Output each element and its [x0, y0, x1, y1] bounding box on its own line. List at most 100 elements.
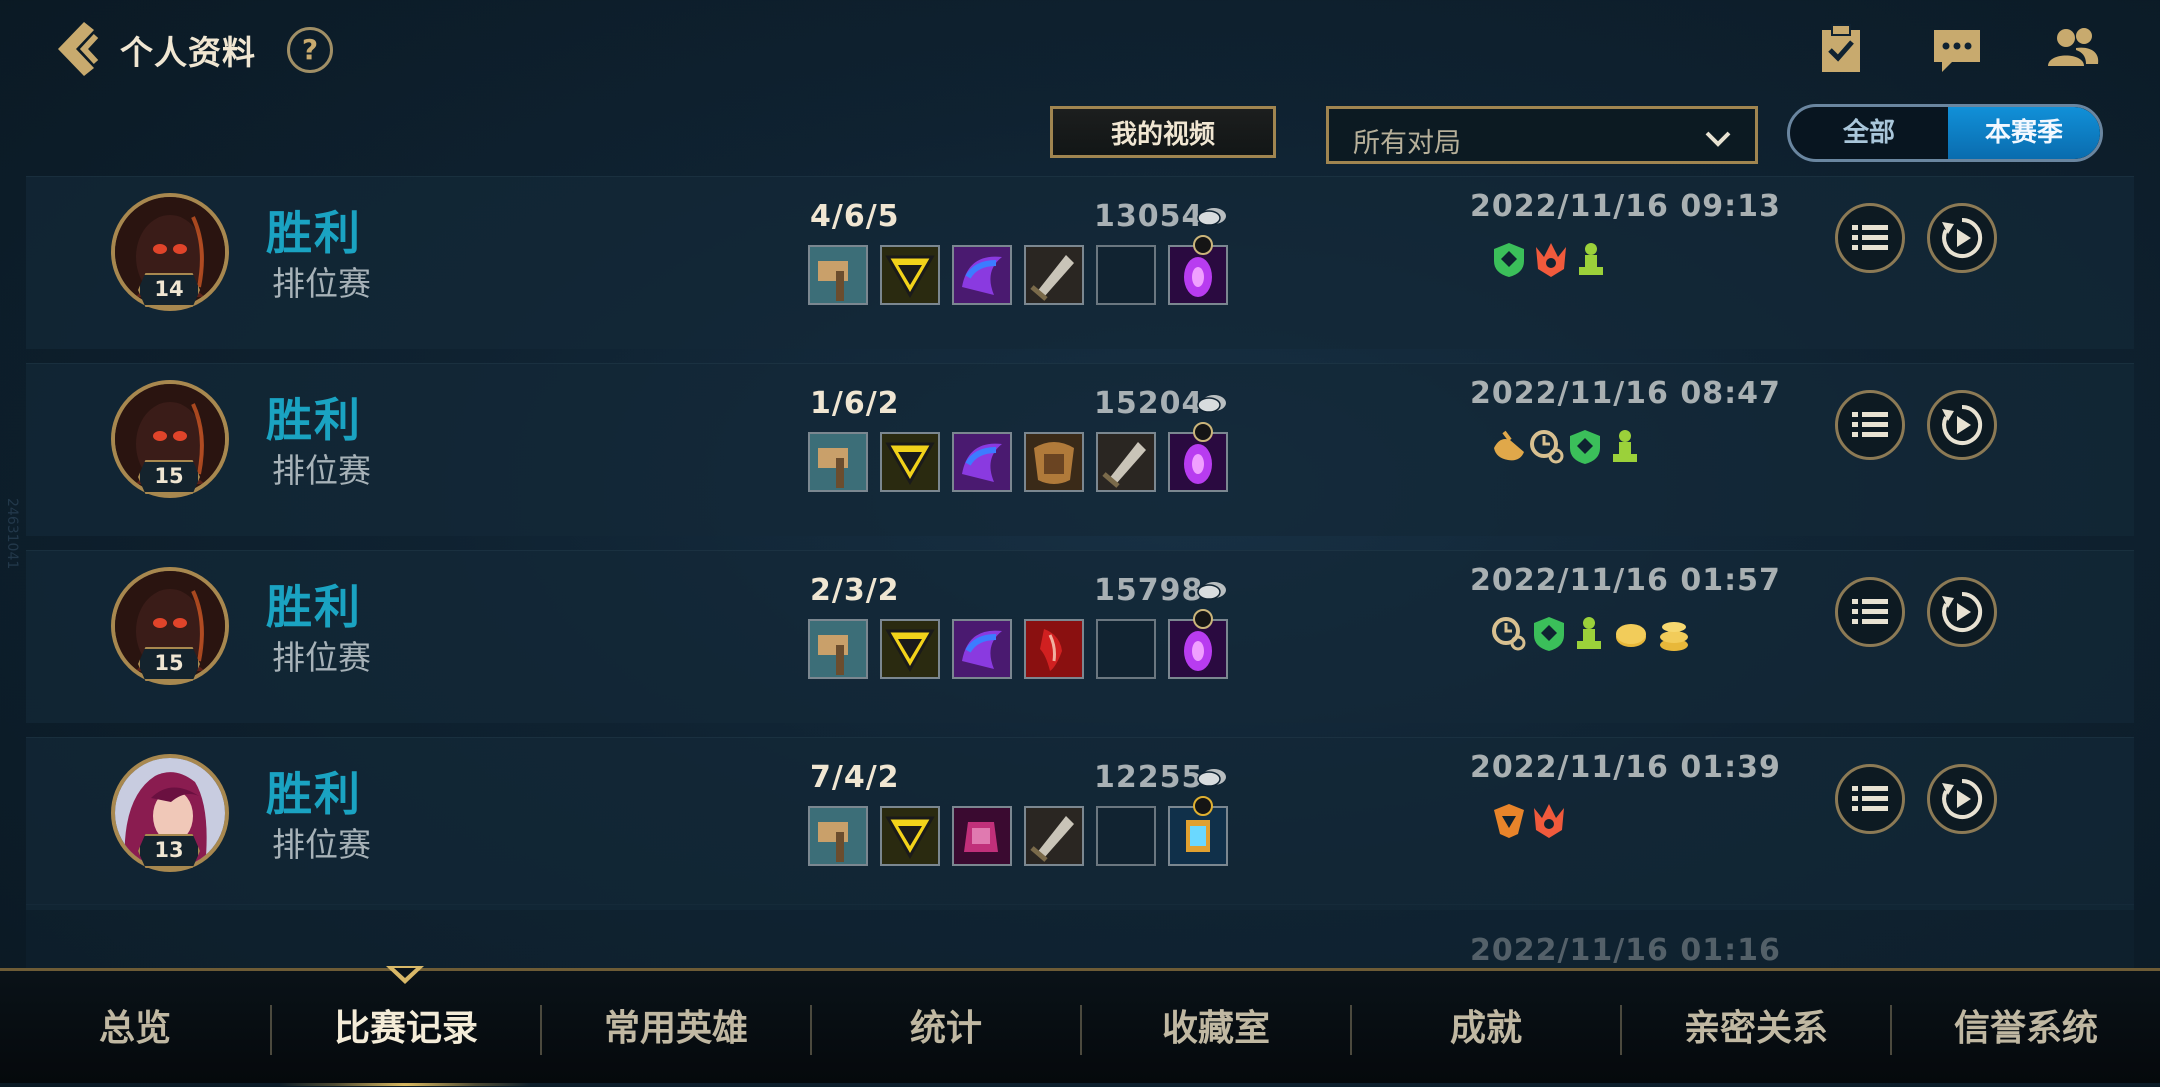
toggle-current-season[interactable]: 本赛季: [1948, 107, 2100, 159]
match-row[interactable]: 15 胜利 排位赛 2/3/2 15798 2022/11/16 01:57: [26, 550, 2134, 723]
tab-honor-system[interactable]: 信誉系统: [1892, 971, 2160, 1083]
details-list-button[interactable]: [1835, 203, 1905, 273]
match-datetime: 2022/11/16 01:16: [1470, 933, 1781, 968]
purple-cape-item[interactable]: [952, 619, 1012, 679]
purple-cape-item[interactable]: [952, 245, 1012, 305]
tab-match-history[interactable]: 比赛记录: [272, 971, 540, 1083]
replay-play-icon: [1942, 591, 1983, 632]
gold-coins-icon: [1197, 208, 1226, 226]
match-row[interactable]: 13 胜利 排位赛 7/4/2 12255 2022/11/16 01:39: [26, 737, 2134, 910]
empty-item-slot: [1096, 245, 1156, 305]
toggle-all[interactable]: 全部: [1790, 107, 1948, 159]
replay-play-icon: [1942, 778, 1983, 819]
back-arrow-icon: [58, 22, 99, 76]
tab-achievements[interactable]: 成就: [1352, 971, 1620, 1083]
list-icon: [1852, 412, 1888, 437]
match-datetime: 2022/11/16 09:13: [1470, 189, 1781, 224]
steel-blade-item[interactable]: [1024, 245, 1084, 305]
replay-button[interactable]: [1927, 203, 1997, 273]
details-list-button[interactable]: [1835, 764, 1905, 834]
hammer-item[interactable]: [808, 619, 868, 679]
steel-blade-item[interactable]: [1096, 432, 1156, 492]
hammer-item[interactable]: [808, 806, 868, 866]
red-crown-badge: [1536, 243, 1566, 277]
match-result: 胜利: [266, 767, 362, 821]
match-type-dropdown[interactable]: 所有对局: [1326, 106, 1758, 164]
gold-coins-icon: [1197, 395, 1226, 413]
match-row-partial[interactable]: 2022/11/16 01:16: [26, 904, 2134, 975]
champion-level: 14: [138, 273, 200, 307]
tab-frequent-champions[interactable]: 常用英雄: [542, 971, 810, 1083]
replay-play-icon: [1942, 404, 1983, 445]
gold-stack-badge: [1660, 622, 1688, 651]
yellow-triangle-item[interactable]: [880, 806, 940, 866]
trinket-marker-icon: [1193, 422, 1213, 442]
red-claw-item[interactable]: [1024, 619, 1084, 679]
details-list-button[interactable]: [1835, 577, 1905, 647]
trinket-marker-icon: [1193, 235, 1213, 255]
gold-earned: 15798: [1094, 573, 1204, 608]
kda: 4/6/5: [810, 199, 900, 234]
hammer-item[interactable]: [808, 432, 868, 492]
match-result: 胜利: [266, 393, 362, 447]
gold-boot-badge: [1494, 430, 1524, 461]
details-list-button[interactable]: [1835, 390, 1905, 460]
side-watermark: 24631041: [4, 498, 20, 570]
kda: 7/4/2: [810, 760, 900, 795]
orange-crest-badge: [1494, 804, 1524, 838]
green-shield-badge: [1494, 243, 1524, 277]
gold-earned: 15204: [1094, 386, 1204, 421]
match-result: 胜利: [266, 580, 362, 634]
queue-type: 排位赛: [272, 638, 371, 677]
champion-level: 15: [138, 460, 200, 494]
queue-type: 排位赛: [272, 451, 371, 490]
tab-statistics[interactable]: 统计: [812, 971, 1080, 1083]
match-type-value: 所有对局: [1353, 128, 1461, 159]
page-title: 个人资料: [120, 33, 256, 72]
green-pawn-badge: [1579, 243, 1603, 275]
bottom-nav: 总览 比赛记录 常用英雄 统计 收藏室 成就 亲密关系 信誉系统: [0, 968, 2160, 1083]
trinket-marker-icon: [1193, 796, 1213, 816]
tab-relationships[interactable]: 亲密关系: [1622, 971, 1890, 1083]
magenta-gauntlet-item[interactable]: [952, 806, 1012, 866]
gold-coins-icon: [1197, 769, 1226, 787]
list-icon: [1852, 599, 1888, 624]
purple-cape-item[interactable]: [952, 432, 1012, 492]
replay-button[interactable]: [1927, 390, 1997, 460]
gold-earned: 12255: [1094, 760, 1204, 795]
queue-type: 排位赛: [272, 825, 371, 864]
steel-blade-item[interactable]: [1024, 806, 1084, 866]
kda: 1/6/2: [810, 386, 900, 421]
checklist-clipboard-icon[interactable]: [1814, 22, 1868, 76]
match-datetime: 2022/11/16 08:47: [1470, 376, 1781, 411]
help-button[interactable]: ?: [287, 27, 333, 73]
empty-item-slot: [1096, 806, 1156, 866]
friends-icon[interactable]: [2046, 22, 2100, 76]
match-datetime: 2022/11/16 01:57: [1470, 563, 1781, 598]
yellow-triangle-item[interactable]: [880, 619, 940, 679]
replay-button[interactable]: [1927, 577, 1997, 647]
match-row[interactable]: 15 胜利 排位赛 1/6/2 15204 2022/11/16 08:47: [26, 363, 2134, 536]
replay-play-icon: [1942, 217, 1983, 258]
active-tab-pointer-icon: [386, 966, 424, 984]
replay-button[interactable]: [1927, 764, 1997, 834]
hammer-item[interactable]: [808, 245, 868, 305]
my-videos-button[interactable]: 我的视频: [1050, 106, 1276, 158]
kda: 2/3/2: [810, 573, 900, 608]
gold-coins-icon: [1197, 582, 1226, 600]
gold-armor-item[interactable]: [1024, 432, 1084, 492]
gold-earned: 13054: [1094, 199, 1204, 234]
chat-bubble-icon[interactable]: [1930, 22, 1984, 76]
tab-collection[interactable]: 收藏室: [1082, 971, 1350, 1083]
tab-overview[interactable]: 总览: [0, 971, 270, 1083]
trinket-marker-icon: [1193, 609, 1213, 629]
yellow-triangle-item[interactable]: [880, 245, 940, 305]
season-toggle[interactable]: 全部 本赛季: [1787, 104, 2103, 162]
back-button[interactable]: [50, 18, 106, 80]
red-crown-badge: [1534, 804, 1564, 838]
match-row[interactable]: 14 胜利 排位赛 4/6/5 13054 2022/11/16 09:13: [26, 176, 2134, 349]
green-shield-badge: [1570, 430, 1600, 464]
yellow-triangle-item[interactable]: [880, 432, 940, 492]
list-icon: [1852, 786, 1888, 811]
champion-level: 15: [138, 647, 200, 681]
